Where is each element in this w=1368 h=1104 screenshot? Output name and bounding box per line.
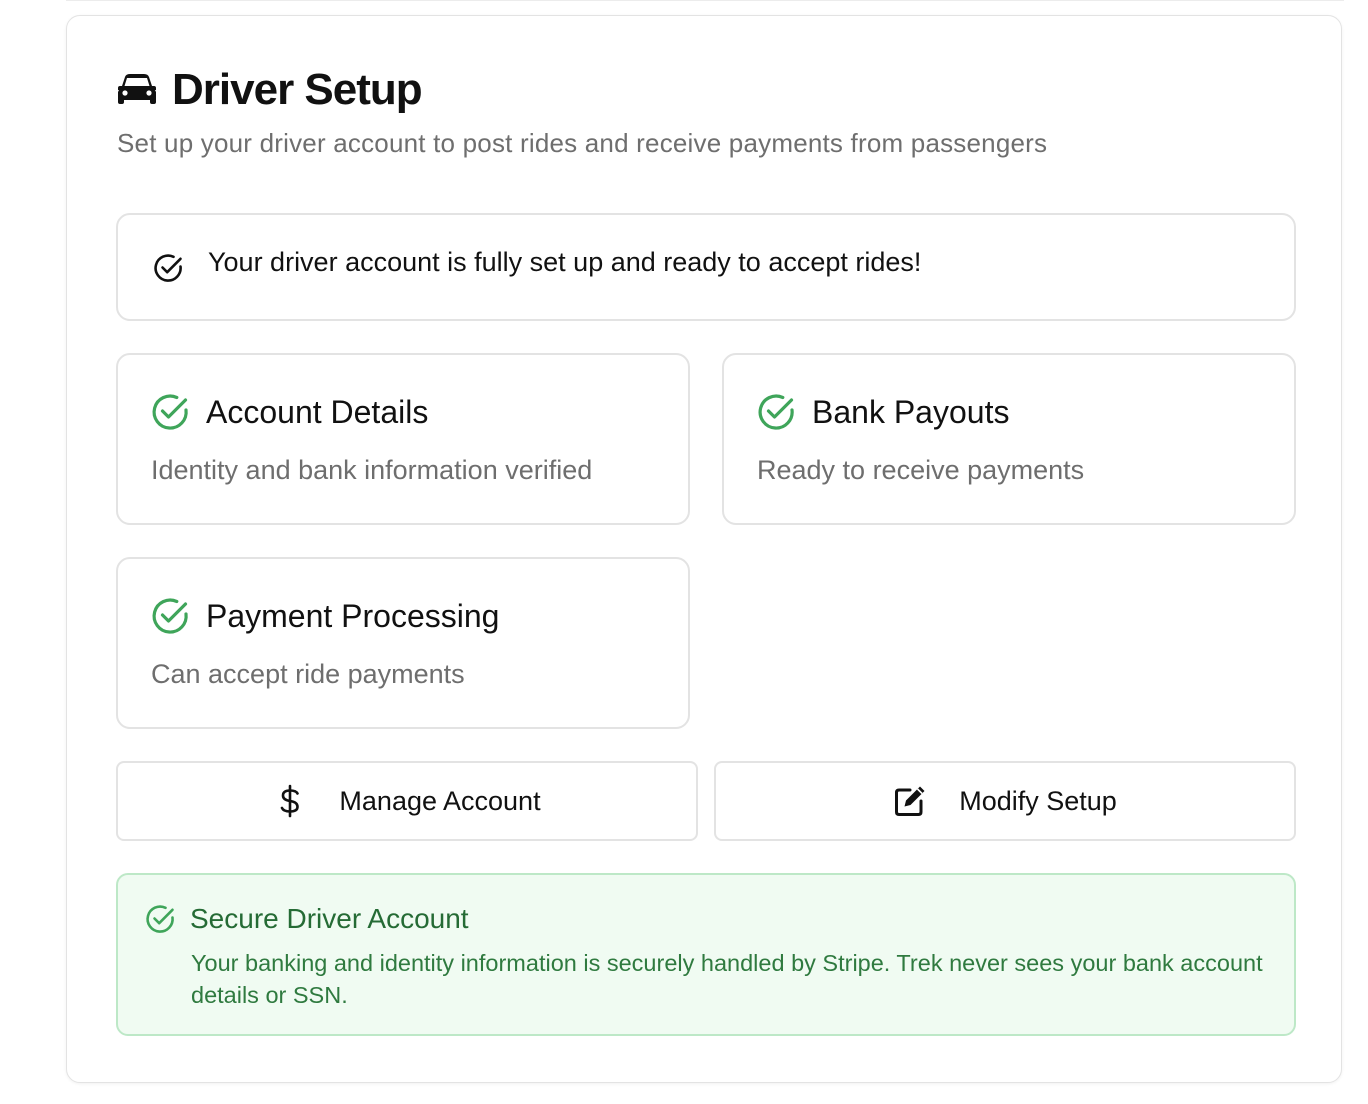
check-circle-icon <box>152 394 188 430</box>
page-subtitle: Set up your driver account to post rides… <box>117 128 1048 158</box>
secure-notice-body: Your banking and identity information is… <box>191 950 1263 1008</box>
driver-setup-card: Driver Setup Set up your driver account … <box>66 15 1342 1083</box>
status-card-description: Ready to receive payments <box>757 455 1085 485</box>
status-card-title: Bank Payouts <box>812 393 1010 430</box>
status-card-payment-processing: Payment Processing Can accept ride payme… <box>116 557 690 729</box>
status-card-title: Payment Processing <box>206 597 500 634</box>
check-circle-icon <box>758 394 794 430</box>
status-card-description: Identity and bank information verified <box>151 455 593 485</box>
status-card-description: Can accept ride payments <box>151 659 465 689</box>
page-title: Driver Setup <box>172 65 423 114</box>
status-card-head: Bank Payouts <box>756 392 1009 432</box>
status-card-head: Account Details <box>150 392 428 432</box>
secure-notice-title: Secure Driver Account <box>190 903 469 934</box>
modify-setup-label: Modify Setup <box>959 785 1117 816</box>
modify-setup-button[interactable]: Modify Setup <box>714 761 1296 841</box>
status-card-title: Account Details <box>206 393 429 430</box>
banner-text: Your driver account is fully set up and … <box>208 246 922 277</box>
manage-account-label: Manage Account <box>339 785 541 816</box>
manage-account-button[interactable]: Manage Account <box>116 761 698 841</box>
setup-complete-banner: Your driver account is fully set up and … <box>116 213 1296 321</box>
status-card-account-details: Account Details Identity and bank inform… <box>116 353 690 525</box>
check-circle-icon <box>154 254 182 282</box>
check-circle-icon <box>146 905 174 933</box>
car-icon <box>118 74 156 104</box>
check-circle-icon <box>152 598 188 634</box>
page-top-divider <box>66 0 1344 1</box>
status-card-head: Payment Processing <box>150 596 499 636</box>
title-row: Driver Setup <box>117 60 423 120</box>
secure-notice-head: Secure Driver Account <box>144 903 469 935</box>
secure-account-notice: Secure Driver Account Your banking and i… <box>116 873 1296 1036</box>
status-card-bank-payouts: Bank Payouts Ready to receive payments <box>722 353 1296 525</box>
dollar-icon <box>281 784 300 818</box>
edit-icon <box>895 786 925 816</box>
